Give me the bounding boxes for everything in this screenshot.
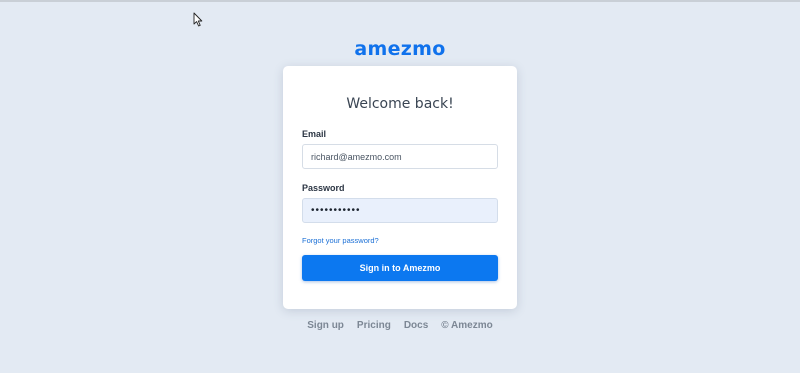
welcome-heading: Welcome back!: [346, 96, 454, 112]
email-field[interactable]: [302, 144, 498, 169]
top-border: [0, 0, 800, 2]
footer-link-pricing[interactable]: Pricing: [357, 320, 391, 331]
sign-in-button[interactable]: Sign in to Amezmo: [302, 255, 498, 281]
forgot-password-link[interactable]: Forgot your password?: [302, 236, 379, 245]
amezmo-logo[interactable]: amezmo: [0, 38, 800, 60]
footer-link-docs[interactable]: Docs: [404, 320, 428, 331]
footer-copyright: © Amezmo: [441, 320, 493, 331]
mouse-pointer-icon: [193, 12, 203, 27]
password-field[interactable]: [302, 198, 498, 223]
footer-nav: Sign up Pricing Docs © Amezmo: [0, 320, 800, 331]
login-card: Welcome back! Email Password Forgot your…: [283, 66, 517, 309]
footer-link-sign-up[interactable]: Sign up: [307, 320, 344, 331]
password-label: Password: [302, 183, 345, 193]
email-label: Email: [302, 129, 327, 139]
